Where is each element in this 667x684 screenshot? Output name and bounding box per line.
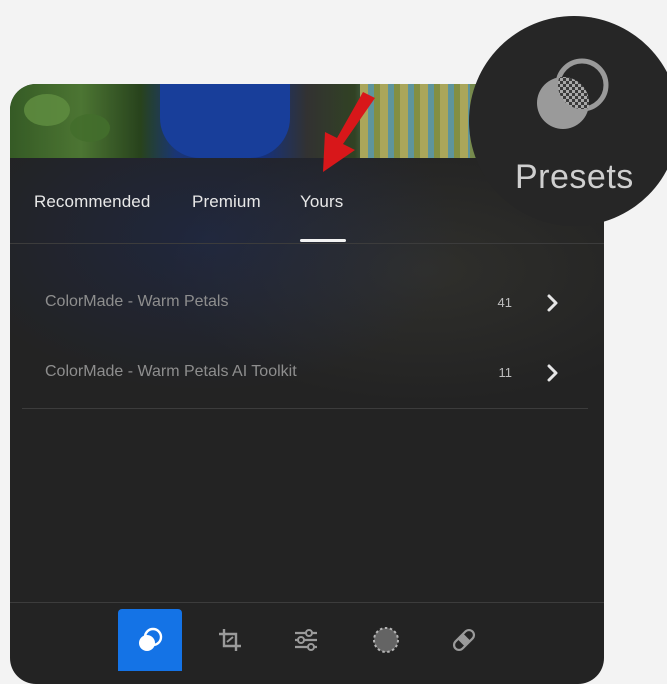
crop-icon xyxy=(219,629,241,651)
edit-tool-button[interactable] xyxy=(274,609,338,671)
crop-tool-button[interactable] xyxy=(198,609,262,671)
tab-yours[interactable]: Yours xyxy=(300,192,343,212)
active-tab-indicator xyxy=(300,239,346,242)
preset-group-count: 11 xyxy=(498,365,513,380)
preset-group-count: 41 xyxy=(497,295,512,310)
bottom-toolbar xyxy=(10,602,604,684)
presets-icon xyxy=(139,627,163,651)
presets-icon xyxy=(537,58,609,129)
annotation-arrow-icon xyxy=(323,92,375,172)
presets-callout-label: Presets xyxy=(515,158,634,196)
list-item-preset-group[interactable]: ColorMade - Warm Petals 41 xyxy=(10,281,604,327)
tabs-divider xyxy=(10,243,604,244)
bandage-icon xyxy=(452,628,476,652)
presets-callout-badge: Presets xyxy=(469,16,667,226)
heal-tool-button[interactable] xyxy=(432,609,496,671)
preset-group-name: ColorMade - Warm Petals AI Toolkit xyxy=(45,363,297,380)
tab-premium[interactable]: Premium xyxy=(192,192,261,212)
tab-recommended[interactable]: Recommended xyxy=(34,192,150,212)
chevron-right-icon xyxy=(547,294,558,312)
presets-tool-button[interactable] xyxy=(118,609,182,671)
list-divider xyxy=(22,408,588,409)
mask-tool-button[interactable] xyxy=(354,609,418,671)
preset-group-name: ColorMade - Warm Petals xyxy=(45,293,229,310)
chevron-right-icon xyxy=(547,364,558,382)
mask-icon xyxy=(373,627,399,653)
sliders-icon xyxy=(295,629,317,651)
list-item-preset-group[interactable]: ColorMade - Warm Petals AI Toolkit 11 xyxy=(10,351,604,397)
